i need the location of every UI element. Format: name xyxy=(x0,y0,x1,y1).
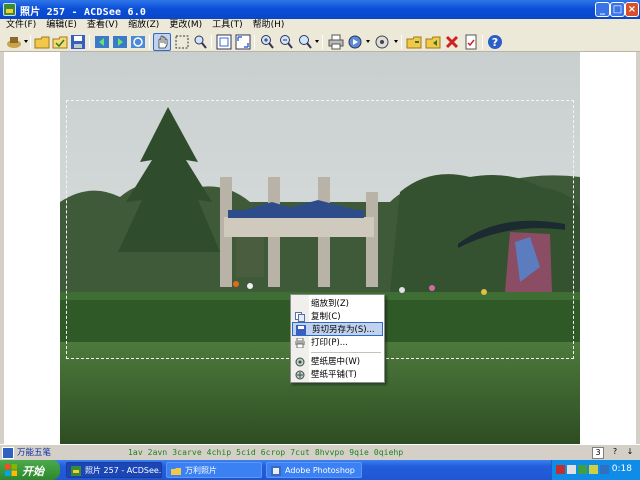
task-folder-photos[interactable]: 万利照片 xyxy=(166,462,262,478)
ime-name: 万能五笔 xyxy=(17,448,52,458)
next-image-icon[interactable] xyxy=(112,34,128,50)
toolbar-separator xyxy=(482,35,483,49)
status-bar: 万能五笔 1av 2avn 3carve 4chip 5cid 6crop 7c… xyxy=(0,444,640,460)
previous-image-icon[interactable] xyxy=(94,34,110,50)
task-label: 万利照片 xyxy=(185,466,217,475)
save-icon xyxy=(296,325,306,335)
tray-app-icon[interactable] xyxy=(589,465,598,474)
menu-item-zoom-to[interactable]: 缩放到(Z) xyxy=(292,297,383,311)
help-icon[interactable]: ? xyxy=(487,34,503,50)
folder-icon xyxy=(171,466,181,476)
toolbar-separator xyxy=(401,35,402,49)
zoom-dropdown-icon[interactable] xyxy=(315,40,319,43)
ime-page-down-button[interactable]: ↓ xyxy=(624,447,636,459)
ime-tray-icon[interactable] xyxy=(556,465,565,474)
task-photoshop[interactable]: Adobe Photoshop xyxy=(266,462,362,478)
menu-item-wallpaper-tile[interactable]: 壁纸平铺(T) xyxy=(292,368,383,382)
zoom-out-icon[interactable] xyxy=(278,34,294,50)
menu-file[interactable]: 文件(F) xyxy=(0,19,40,32)
hand-pan-icon[interactable] xyxy=(153,33,171,51)
menu-item-label: 壁纸居中(W) xyxy=(311,357,361,367)
menu-bar: 文件(F) 编辑(E) 查看(V) 缩放(Z) 更改(M) 工具(T) 帮助(H… xyxy=(0,19,640,32)
select-icon[interactable] xyxy=(174,34,190,50)
minimize-button[interactable]: _ xyxy=(595,2,610,17)
fit-window-icon[interactable] xyxy=(216,34,232,50)
toolbar: ? xyxy=(0,32,640,52)
acdsee-window: 照片 257 - ACDSee 6.0 _ □ × 文件(F) 编辑(E) 查看… xyxy=(0,0,640,480)
browse-icon[interactable] xyxy=(34,34,50,50)
toolbar-separator xyxy=(322,35,323,49)
menu-item-label: 壁纸平铺(T) xyxy=(311,370,357,380)
menu-view[interactable]: 查看(V) xyxy=(81,19,122,32)
menu-item-label: 打印(P)... xyxy=(311,338,348,348)
toolbar-separator xyxy=(89,35,90,49)
wallpaper-icon[interactable] xyxy=(374,34,390,50)
wallpaper-center-icon xyxy=(295,357,305,367)
zoom-icon[interactable] xyxy=(297,34,313,50)
maximize-button[interactable]: □ xyxy=(610,2,625,17)
print-icon xyxy=(295,337,305,349)
start-label: 开始 xyxy=(22,465,44,478)
task-label: Adobe Photoshop xyxy=(285,466,355,475)
window-title: 照片 257 - ACDSee 6.0 xyxy=(20,7,147,18)
menu-separator xyxy=(311,352,381,353)
wallpaper-tile-icon xyxy=(295,370,305,380)
menu-item-label: 缩放到(Z) xyxy=(311,299,349,309)
copy-icon xyxy=(295,312,305,322)
taskbar: 开始 照片 257 - ACDSee... 万利照片 Adobe Photosh… xyxy=(0,460,640,480)
system-tray: 0:18 xyxy=(551,460,640,480)
ime-candidate-list[interactable]: 1av 2avn 3carve 4chip 5cid 6crop 7cut 8h… xyxy=(128,448,403,457)
print-icon[interactable] xyxy=(328,34,344,50)
move-to-folder-icon[interactable] xyxy=(425,34,441,50)
menu-item-print[interactable]: 打印(P)... xyxy=(292,336,383,350)
menu-help[interactable]: 帮助(H) xyxy=(247,19,289,32)
toolbar-separator xyxy=(254,35,255,49)
delete-icon[interactable] xyxy=(444,34,460,50)
menu-edit[interactable]: 编辑(E) xyxy=(40,19,81,32)
magnifier-icon[interactable] xyxy=(192,34,208,50)
ime-page-number: 3 xyxy=(592,447,604,459)
toolbar-separator xyxy=(211,35,212,49)
toolbar-separator xyxy=(30,35,31,49)
clock[interactable]: 0:18 xyxy=(612,464,632,474)
ime-indicator[interactable]: 万能五笔 xyxy=(2,447,51,459)
task-label: 照片 257 - ACDSee... xyxy=(85,466,162,475)
photoshop-icon xyxy=(271,466,281,476)
zoom-in-icon[interactable] xyxy=(259,34,275,50)
menu-item-wallpaper-center[interactable]: 壁纸居中(W) xyxy=(292,355,383,369)
acquire-dropdown-icon[interactable] xyxy=(24,40,28,43)
slideshow-dropdown-icon[interactable] xyxy=(366,40,370,43)
rotate-icon[interactable] xyxy=(130,34,146,50)
network-icon[interactable] xyxy=(578,465,587,474)
close-button[interactable]: × xyxy=(625,2,639,17)
tray-app-icon[interactable] xyxy=(600,465,609,474)
windows-logo-icon xyxy=(5,464,17,476)
image-viewer[interactable]: 缩放到(Z) 复制(C) 剪切另存为(S)... 打印(P)... 壁纸居中(W… xyxy=(4,52,636,444)
copy-to-folder-icon[interactable] xyxy=(406,34,422,50)
menu-zoom[interactable]: 缩放(Z) xyxy=(122,19,163,32)
task-acdsee[interactable]: 照片 257 - ACDSee... xyxy=(66,462,162,478)
context-menu: 缩放到(Z) 复制(C) 剪切另存为(S)... 打印(P)... 壁纸居中(W… xyxy=(290,294,385,383)
menu-modify[interactable]: 更改(M) xyxy=(163,19,206,32)
menu-tools[interactable]: 工具(T) xyxy=(206,19,247,32)
wallpaper-dropdown-icon[interactable] xyxy=(394,40,398,43)
menu-item-save-selection-as[interactable]: 剪切另存为(S)... xyxy=(292,322,383,336)
full-screen-icon[interactable] xyxy=(235,34,251,50)
toolbar-separator xyxy=(149,35,150,49)
acdsee-app-icon[interactable] xyxy=(3,3,16,16)
acquire-icon[interactable] xyxy=(6,34,22,50)
slideshow-icon[interactable] xyxy=(347,34,363,50)
acdsee-task-icon xyxy=(71,466,81,476)
start-button[interactable]: 开始 xyxy=(0,460,60,480)
volume-icon[interactable] xyxy=(567,465,576,474)
title-bar[interactable]: 照片 257 - ACDSee 6.0 _ □ × xyxy=(0,0,640,19)
open-icon[interactable] xyxy=(52,34,68,50)
properties-icon[interactable] xyxy=(463,34,479,50)
ime-icon[interactable] xyxy=(2,447,14,459)
save-icon[interactable] xyxy=(70,34,86,50)
ime-help-button[interactable]: ? xyxy=(609,447,621,459)
menu-item-label: 剪切另存为(S)... xyxy=(312,325,375,335)
svg-text:?: ? xyxy=(492,36,498,49)
